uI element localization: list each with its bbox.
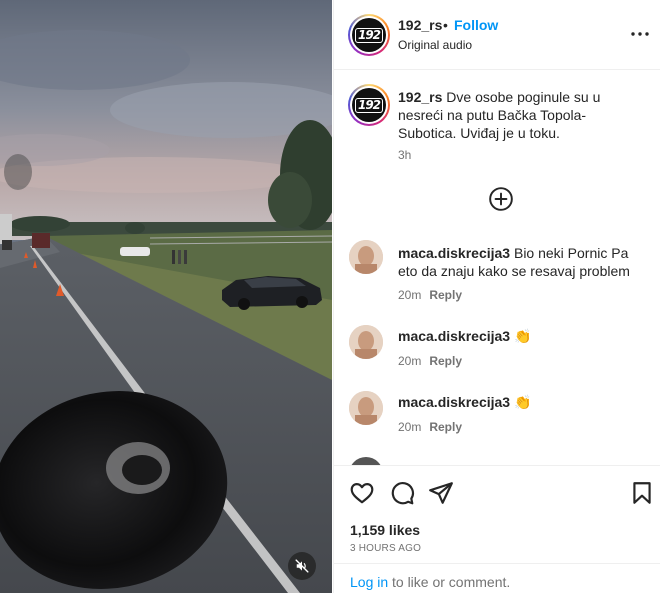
- comment-username-link[interactable]: maca.diskrecija3: [398, 394, 510, 410]
- caption-time[interactable]: 3h: [398, 148, 411, 162]
- caption-username-link[interactable]: 192_rs: [398, 89, 442, 105]
- audio-label-link[interactable]: Original audio: [398, 38, 472, 52]
- posted-time: 3 HOURS AGO: [350, 543, 422, 554]
- comment-time[interactable]: 20m: [398, 420, 421, 434]
- comments-list[interactable]: 192 192_rs Dve osobe poginule su u nesre…: [334, 71, 660, 465]
- avatar-logo-text: 192: [354, 27, 384, 43]
- comment-username-link[interactable]: maca.diskrecija3: [398, 245, 510, 261]
- likes-count[interactable]: 1,159 likes: [350, 522, 420, 538]
- follow-button[interactable]: Follow: [454, 17, 498, 33]
- video-frame-road-scene: [0, 0, 332, 593]
- mute-toggle-button[interactable]: [288, 552, 316, 580]
- reply-button[interactable]: Reply: [429, 288, 462, 302]
- comment-meta: 20m Reply: [398, 354, 462, 368]
- caption-author-avatar[interactable]: 192: [348, 84, 390, 126]
- separator-dot: •: [443, 17, 448, 33]
- reply-button[interactable]: Reply: [429, 420, 462, 434]
- author-username-link[interactable]: 192_rs: [398, 17, 442, 33]
- comment-icon[interactable]: [389, 480, 415, 506]
- author-avatar[interactable]: 192: [348, 14, 390, 56]
- post-media-video[interactable]: [0, 0, 332, 593]
- commenter-avatar-partial: [349, 457, 383, 465]
- reply-button[interactable]: Reply: [429, 354, 462, 368]
- login-prompt: Log in to like or comment.: [334, 563, 660, 593]
- heart-icon[interactable]: [349, 480, 375, 506]
- commenter-avatar[interactable]: [349, 325, 383, 359]
- comment-text: maca.diskrecija3 👏: [398, 327, 638, 346]
- comment-meta: 20m Reply: [398, 288, 462, 302]
- commenter-avatar[interactable]: [349, 391, 383, 425]
- clapping-hands-emoji: 👏: [513, 395, 532, 411]
- share-icon[interactable]: [428, 480, 454, 506]
- clapping-hands-emoji: 👏: [513, 329, 532, 345]
- plus-circle-icon[interactable]: [488, 186, 514, 212]
- post-actions: 1,159 likes 3 HOURS AGO: [334, 465, 660, 563]
- login-link[interactable]: Log in: [350, 574, 388, 590]
- comment-time[interactable]: 20m: [398, 288, 421, 302]
- bookmark-icon[interactable]: [629, 480, 655, 506]
- comment-time[interactable]: 20m: [398, 354, 421, 368]
- comment-meta: 20m Reply: [398, 420, 462, 434]
- comment-text: maca.diskrecija3 👏: [398, 393, 638, 412]
- muted-speaker-icon: [295, 559, 309, 573]
- caption-text: 192_rs Dve osobe poginule su u nesreći n…: [398, 88, 638, 142]
- post-header: 192 192_rs • Follow Original audio: [334, 0, 660, 70]
- more-horizontal-icon[interactable]: [628, 22, 652, 46]
- caption-meta: 3h: [398, 148, 411, 162]
- avatar-logo-text: 192: [354, 97, 384, 113]
- comment-username-link[interactable]: maca.diskrecija3: [398, 328, 510, 344]
- login-prompt-text: to like or comment.: [392, 574, 511, 590]
- commenter-avatar[interactable]: [349, 240, 383, 274]
- comment-text: maca.diskrecija3 Bio neki Pornic Pa eto …: [398, 244, 638, 280]
- post-side-panel: 192 192_rs • Follow Original audio 192 1…: [333, 0, 660, 593]
